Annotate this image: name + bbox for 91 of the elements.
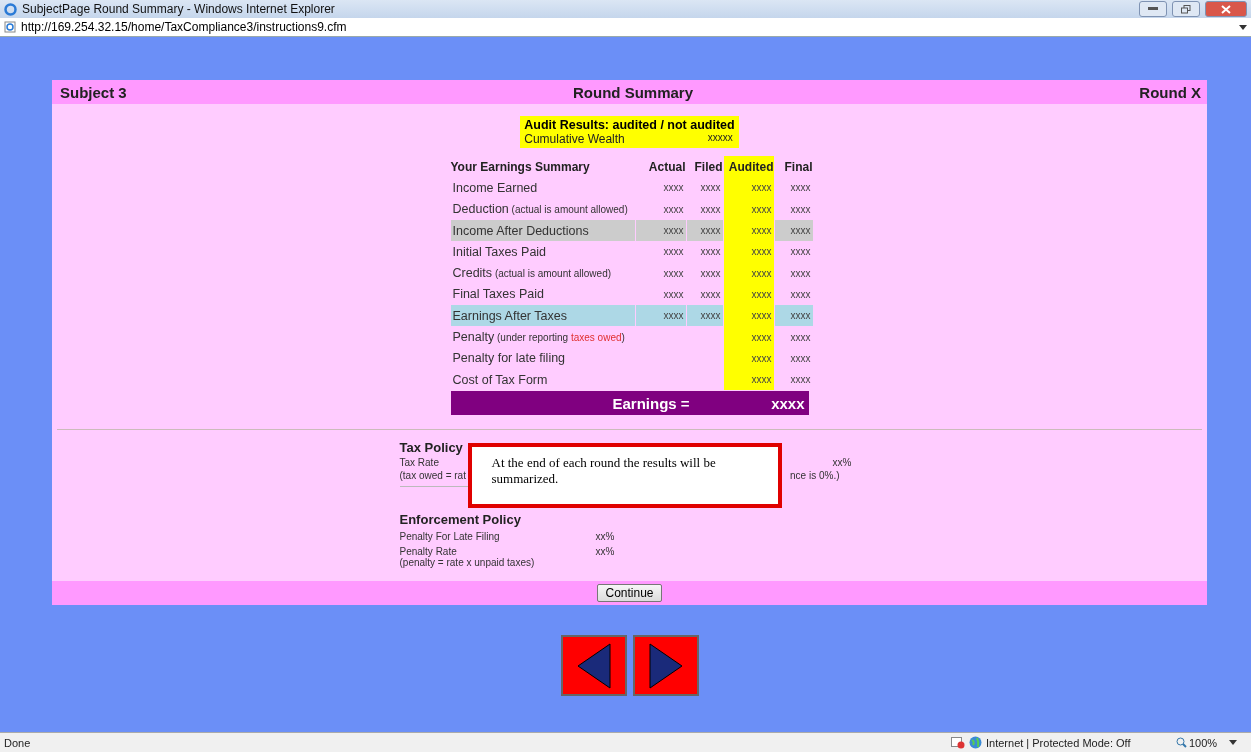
table-cell-text: xxxx bbox=[662, 245, 685, 260]
table-cell-text: xxxx bbox=[789, 330, 812, 345]
table-cell-text: xxxx bbox=[699, 245, 722, 260]
table-cell-text: xxxx bbox=[789, 202, 812, 217]
table-cell-text: xxxx bbox=[789, 351, 812, 366]
policy-note: (tax owed = rat bbox=[399, 470, 466, 482]
section-title: Tax Policy bbox=[399, 440, 464, 456]
restore-icon bbox=[1181, 4, 1191, 14]
table-cell: xxxx bbox=[723, 368, 774, 391]
policy-note: nce is 0%.) bbox=[790, 470, 840, 482]
restore-button[interactable] bbox=[1172, 1, 1200, 17]
table-cell: xxxx bbox=[723, 305, 774, 327]
zoom-icon[interactable] bbox=[1176, 737, 1187, 748]
table-cell: xxxx bbox=[774, 305, 813, 327]
total-value: xxxx bbox=[771, 394, 805, 412]
wealth-value: xxxxx bbox=[707, 132, 733, 145]
row-label: Income Earned bbox=[451, 179, 539, 197]
row-label: Credits (actual is amount allowed) bbox=[451, 265, 613, 283]
table-cell-text: xxxx bbox=[699, 266, 722, 281]
window-title: SubjectPage Round Summary - Windows Internet Explorer bbox=[22, 2, 336, 16]
blocked-page-icon bbox=[951, 736, 965, 749]
column-header: Actual bbox=[647, 158, 686, 176]
table-cell-text: xxxx bbox=[662, 266, 685, 281]
column-header: Audited bbox=[723, 156, 774, 178]
table-cell: xxxx bbox=[723, 198, 774, 220]
policy-value: xx% bbox=[832, 457, 852, 469]
browser-logo-icon bbox=[4, 2, 17, 16]
table-cell-text: xxxx bbox=[789, 245, 812, 260]
minimize-icon bbox=[1148, 7, 1158, 11]
row-label: Final Taxes Paid bbox=[451, 286, 545, 304]
dropdown-icon[interactable] bbox=[1229, 740, 1237, 745]
policy-label: Penalty Rate bbox=[399, 546, 457, 558]
row-label: Income After Deductions bbox=[450, 219, 635, 242]
table-cell: xxxx bbox=[686, 305, 723, 327]
section-title: Enforcement Policy bbox=[399, 512, 522, 528]
table-cell: xxxx bbox=[723, 219, 774, 242]
instruction-callout: At the end of each round the results will be summarized. bbox=[467, 443, 782, 509]
row-label: Cost of Tax Form bbox=[451, 371, 549, 389]
policy-value: xx% bbox=[595, 531, 616, 543]
table-cell: xxxx bbox=[723, 177, 774, 199]
row-label: Penalty (under reporting taxes owed) bbox=[451, 329, 626, 346]
page-icon bbox=[4, 21, 16, 33]
globe-icon bbox=[969, 736, 982, 749]
page-title: Round Summary bbox=[573, 83, 693, 101]
continue-button[interactable]: Continue bbox=[597, 584, 662, 603]
security-zone-text: Internet | Protected Mode: Off bbox=[986, 736, 1132, 749]
table-cell-text: xxxx bbox=[699, 287, 722, 302]
column-header: Your Earnings Summary bbox=[450, 158, 591, 176]
dropdown-icon[interactable] bbox=[1239, 24, 1247, 30]
audit-title: Audit Results: audited / not audited bbox=[524, 118, 735, 132]
left-triangle-icon bbox=[575, 641, 612, 690]
row-label: Penalty for late filing bbox=[451, 350, 567, 368]
round-label: Round X bbox=[1139, 83, 1201, 101]
table-cell: xxxx bbox=[686, 219, 723, 242]
table-cell: xxxx bbox=[774, 219, 813, 242]
subject-label: Subject 3 bbox=[60, 83, 127, 101]
row-label: Initial Taxes Paid bbox=[451, 243, 548, 261]
row-label: Deduction (actual is amount allowed) bbox=[451, 201, 629, 219]
table-cell: xxxx bbox=[723, 262, 774, 284]
table-cell-text: xxxx bbox=[789, 266, 812, 281]
row-label: Earnings After Taxes bbox=[450, 305, 635, 327]
column-header: Final bbox=[783, 158, 813, 176]
forward-button[interactable] bbox=[632, 635, 699, 697]
close-button[interactable] bbox=[1205, 1, 1247, 17]
status-text: Done bbox=[4, 736, 32, 749]
table-cell: xxxx bbox=[723, 347, 774, 369]
zoom-level: 100% bbox=[1189, 736, 1219, 749]
table-cell: xxxx bbox=[635, 219, 686, 242]
table-cell-text: xxxx bbox=[789, 287, 812, 302]
table-cell: xxxx bbox=[635, 305, 686, 327]
table-cell-text: xxxx bbox=[662, 287, 685, 302]
back-button[interactable] bbox=[560, 635, 627, 697]
table-cell: xxxx bbox=[723, 283, 774, 306]
table-cell-text: xxxx bbox=[699, 202, 722, 217]
column-header: Filed bbox=[693, 158, 723, 176]
total-label: Earnings = bbox=[612, 394, 690, 412]
table-cell-text: xxxx bbox=[662, 181, 685, 196]
wealth-label: Cumulative Wealth bbox=[524, 132, 625, 146]
table-cell: xxxx bbox=[723, 326, 774, 348]
policy-label: Tax Rate bbox=[399, 457, 439, 469]
table-cell-text: xxxx bbox=[789, 373, 812, 388]
policy-label: Penalty For Late Filing bbox=[399, 531, 500, 543]
policy-note: (penalty = rate x unpaid taxes) bbox=[399, 557, 535, 569]
table-cell-text: xxxx bbox=[789, 181, 812, 196]
right-triangle-icon bbox=[647, 641, 684, 690]
table-cell: xxxx bbox=[723, 241, 774, 263]
table-cell-text: xxxx bbox=[662, 202, 685, 217]
policy-value: xx% bbox=[595, 546, 616, 560]
table-cell-text: xxxx bbox=[699, 181, 722, 196]
minimize-button[interactable] bbox=[1139, 1, 1167, 17]
close-icon bbox=[1221, 4, 1231, 14]
